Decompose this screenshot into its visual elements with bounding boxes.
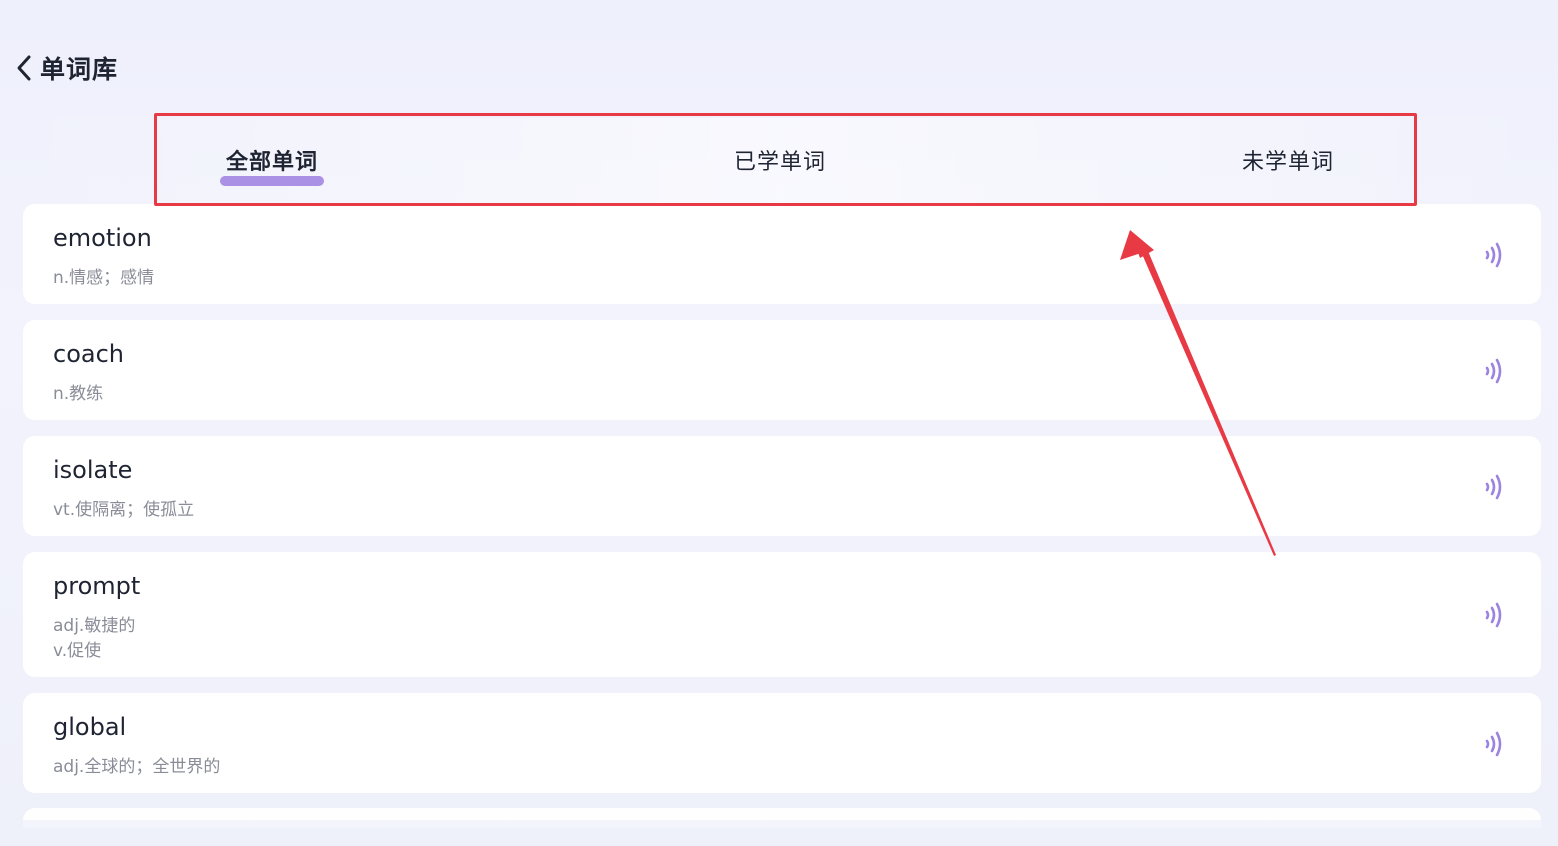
- word-card[interactable]: isolate vt.使隔离；使孤立: [23, 436, 1541, 536]
- speaker-icon[interactable]: [1479, 600, 1509, 630]
- chevron-left-icon: [17, 55, 31, 81]
- tab-label: 未学单词: [1242, 150, 1335, 175]
- word-meaning: v.促使: [53, 641, 102, 661]
- speaker-icon[interactable]: [1479, 240, 1509, 270]
- word-card[interactable]: prompt adj.敏捷的 v.促使: [23, 552, 1541, 677]
- word-card[interactable]: global adj.全球的；全世界的: [23, 693, 1541, 793]
- speaker-icon[interactable]: [1479, 472, 1509, 502]
- tab-bar: 全部单词 已学单词 未学单词: [156, 114, 1416, 206]
- tab-label: 已学单词: [734, 150, 827, 175]
- tab-all-words[interactable]: 全部单词: [220, 144, 325, 186]
- header: 单词库: [0, 0, 1558, 120]
- word-meaning: adj.敏捷的: [53, 616, 136, 636]
- word-text: coach: [53, 340, 124, 368]
- word-meaning: n.教练: [53, 384, 104, 404]
- word-text: isolate: [53, 456, 133, 484]
- word-card[interactable]: emotion n.情感；感情: [23, 204, 1541, 304]
- word-text: global: [53, 713, 127, 741]
- active-tab-indicator: [220, 176, 325, 186]
- bottom-fade: [0, 820, 1558, 846]
- word-card[interactable]: coach n.教练: [23, 320, 1541, 420]
- speaker-icon[interactable]: [1479, 729, 1509, 759]
- word-text: emotion: [53, 224, 152, 252]
- tab-label: 全部单词: [226, 150, 319, 175]
- tab-unlearned-words[interactable]: 未学单词: [1242, 144, 1334, 176]
- tab-learned-words[interactable]: 已学单词: [734, 144, 826, 176]
- word-meaning: n.情感；感情: [53, 268, 155, 288]
- word-meaning: vt.使隔离；使孤立: [53, 500, 195, 520]
- word-meaning: adj.全球的；全世界的: [53, 757, 221, 777]
- page-title: 单词库: [40, 55, 119, 84]
- back-button[interactable]: 单词库: [14, 50, 118, 86]
- speaker-icon[interactable]: [1479, 356, 1509, 386]
- word-text: prompt: [53, 572, 141, 600]
